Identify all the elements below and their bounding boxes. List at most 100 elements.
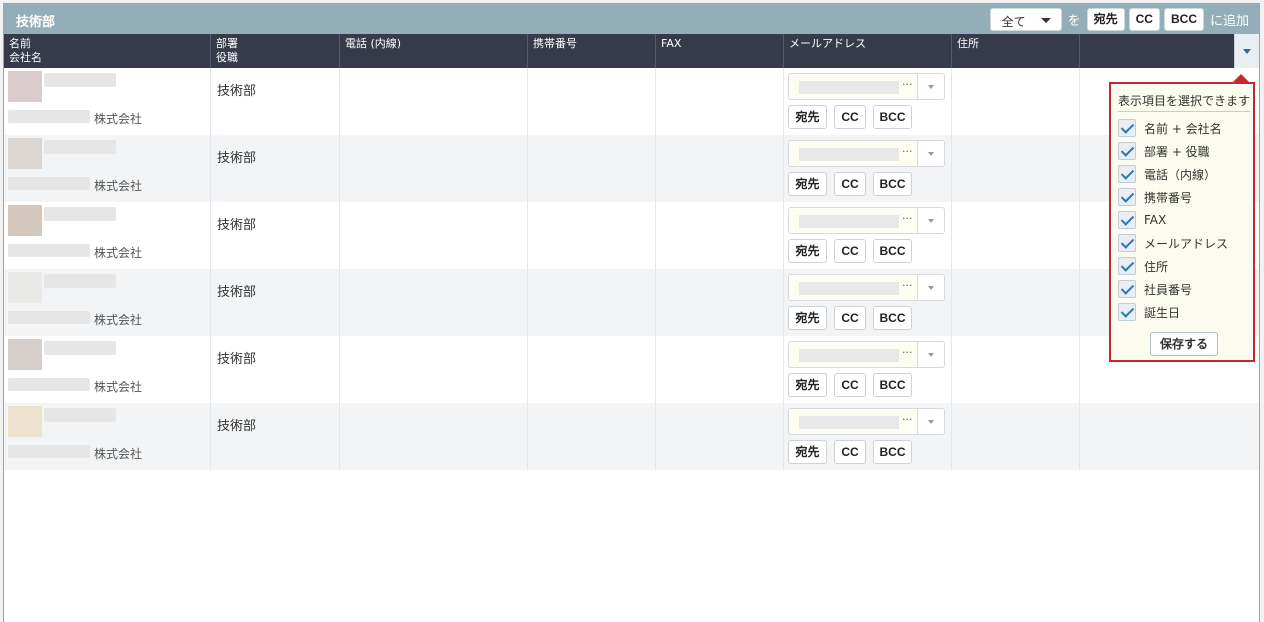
column-option[interactable]: 部署 + 役職 — [1118, 141, 1210, 161]
email-select[interactable]: ··· — [788, 73, 945, 100]
checkbox-checked-icon[interactable] — [1118, 119, 1136, 137]
checkbox-checked-icon[interactable] — [1118, 280, 1136, 298]
add-to-button[interactable]: 宛先 — [788, 172, 827, 196]
add-bcc-button[interactable]: BCC — [873, 172, 912, 196]
fax-cell — [656, 403, 784, 470]
add-cc-button[interactable]: CC — [834, 373, 866, 397]
person-name-redacted — [44, 274, 116, 288]
column-header-address[interactable]: 住所 — [952, 34, 1080, 68]
table-row[interactable]: 株式会社 技術部 ··· 宛先 CC BCC — [4, 403, 1259, 470]
add-bcc-button[interactable]: BCC — [873, 105, 912, 129]
add-cc-button[interactable]: CC — [834, 440, 866, 464]
column-option[interactable]: 電話（内線） — [1118, 164, 1216, 184]
column-selector-toggle[interactable] — [1234, 34, 1259, 68]
bulk-cc-button[interactable]: CC — [1128, 7, 1160, 31]
popup-title: 表示項目を選択できます — [1118, 92, 1251, 112]
add-to-button[interactable]: 宛先 — [788, 306, 827, 330]
name-cell: 株式会社 — [4, 68, 211, 135]
department-cell: 技術部 — [211, 336, 340, 403]
column-option[interactable]: 携帯番号 — [1118, 187, 1192, 207]
department-label: 技術部 — [217, 419, 257, 434]
scope-select[interactable]: 全て — [989, 7, 1062, 31]
bulk-bcc-button[interactable]: BCC — [1163, 7, 1204, 31]
checkbox-checked-icon[interactable] — [1118, 303, 1136, 321]
add-to-button[interactable]: 宛先 — [788, 105, 827, 129]
chevron-down-icon[interactable] — [917, 342, 944, 367]
email-select[interactable]: ··· — [788, 341, 945, 368]
chevron-down-icon[interactable] — [917, 208, 944, 233]
add-bcc-button[interactable]: BCC — [873, 306, 912, 330]
chevron-down-icon[interactable] — [917, 275, 944, 300]
email-address-redacted — [799, 81, 899, 94]
phone-cell — [340, 68, 528, 135]
company-name-redacted — [8, 244, 90, 257]
column-option-label: 電話（内線） — [1144, 167, 1217, 182]
email-cell: ··· 宛先 CC BCC — [784, 202, 952, 269]
add-cc-button[interactable]: CC — [834, 239, 866, 263]
fax-cell — [656, 269, 784, 336]
checkbox-checked-icon[interactable] — [1118, 188, 1136, 206]
email-address-redacted — [799, 349, 899, 362]
email-select[interactable]: ··· — [788, 274, 945, 301]
checkbox-checked-icon[interactable] — [1118, 142, 1136, 160]
email-address-redacted — [799, 282, 899, 295]
column-header-department[interactable]: 部署 役職 — [211, 34, 340, 68]
fax-cell — [656, 68, 784, 135]
column-option[interactable]: メールアドレス — [1118, 233, 1228, 253]
add-to-button[interactable]: 宛先 — [788, 373, 827, 397]
column-option[interactable]: 名前 + 会社名 — [1118, 118, 1222, 138]
chevron-down-icon[interactable] — [917, 74, 944, 99]
ellipsis: ··· — [902, 346, 913, 359]
column-option[interactable]: FAX — [1118, 210, 1166, 230]
popup-body: 表示項目を選択できます 名前 + 会社名部署 + 役職電話（内線） 携帯番号 FAX… — [1112, 85, 1252, 359]
mobile-cell — [528, 202, 656, 269]
column-option-label: 名前 + 会社名 — [1144, 121, 1222, 136]
add-bcc-button[interactable]: BCC — [873, 440, 912, 464]
table-row[interactable]: 株式会社 技術部 ··· 宛先 CC BCC — [4, 135, 1259, 202]
ellipsis: ··· — [902, 413, 913, 426]
add-cc-button[interactable]: CC — [834, 306, 866, 330]
chevron-down-icon[interactable] — [917, 141, 944, 166]
checkbox-checked-icon[interactable] — [1118, 211, 1136, 229]
email-select[interactable]: ··· — [788, 408, 945, 435]
scope-select-value: 全て — [1001, 14, 1026, 29]
name-cell: 株式会社 — [4, 403, 211, 470]
chevron-down-icon[interactable] — [917, 409, 944, 434]
column-header-name[interactable]: 名前 会社名 — [4, 34, 211, 68]
add-to-button[interactable]: 宛先 — [788, 440, 827, 464]
column-header-label: 住所 — [957, 37, 979, 50]
email-select[interactable]: ··· — [788, 140, 945, 167]
column-header-label: 携帯番号 — [533, 37, 577, 50]
table-row[interactable]: 株式会社 技術部 ··· 宛先 CC BCC — [4, 269, 1259, 336]
table-row[interactable]: 株式会社 技術部 ··· 宛先 CC BCC — [4, 336, 1259, 403]
column-header-phone[interactable]: 電話 (内線) — [340, 34, 528, 68]
table-row[interactable]: 株式会社 技術部 ··· 宛先 CC BCC — [4, 68, 1259, 135]
email-address-redacted — [799, 416, 899, 429]
column-header-mobile[interactable]: 携帯番号 — [528, 34, 656, 68]
add-to-button[interactable]: 宛先 — [788, 239, 827, 263]
email-select[interactable]: ··· — [788, 207, 945, 234]
add-cc-button[interactable]: CC — [834, 172, 866, 196]
department-label: 技術部 — [217, 218, 257, 233]
table-row[interactable]: 株式会社 技術部 ··· 宛先 CC BCC — [4, 202, 1259, 269]
column-header-email[interactable]: メールアドレス — [784, 34, 952, 68]
column-option[interactable]: 住所 — [1118, 256, 1168, 276]
checkbox-checked-icon[interactable] — [1118, 165, 1136, 183]
chevron-down-icon — [1243, 49, 1251, 54]
checkbox-checked-icon[interactable] — [1118, 234, 1136, 252]
column-option[interactable]: 社員番号 — [1118, 279, 1192, 299]
address-cell — [952, 135, 1080, 202]
bulk-to-button[interactable]: 宛先 — [1086, 7, 1125, 31]
checkbox-checked-icon[interactable] — [1118, 257, 1136, 275]
department-label: 技術部 — [217, 84, 257, 99]
column-option[interactable]: 誕生日 — [1118, 302, 1180, 322]
name-cell: 株式会社 — [4, 269, 211, 336]
add-cc-button[interactable]: CC — [834, 105, 866, 129]
save-button[interactable]: 保存する — [1150, 332, 1218, 356]
add-bcc-button[interactable]: BCC — [873, 373, 912, 397]
add-bcc-button[interactable]: BCC — [873, 239, 912, 263]
column-header-fax[interactable]: FAX — [656, 34, 784, 68]
table-header: 名前 会社名 部署 役職 電話 (内線) 携帯番号 FAX メールアドレス 住所 — [4, 34, 1259, 68]
department-label: 技術部 — [217, 151, 257, 166]
add-text: に追加 — [1209, 13, 1249, 29]
